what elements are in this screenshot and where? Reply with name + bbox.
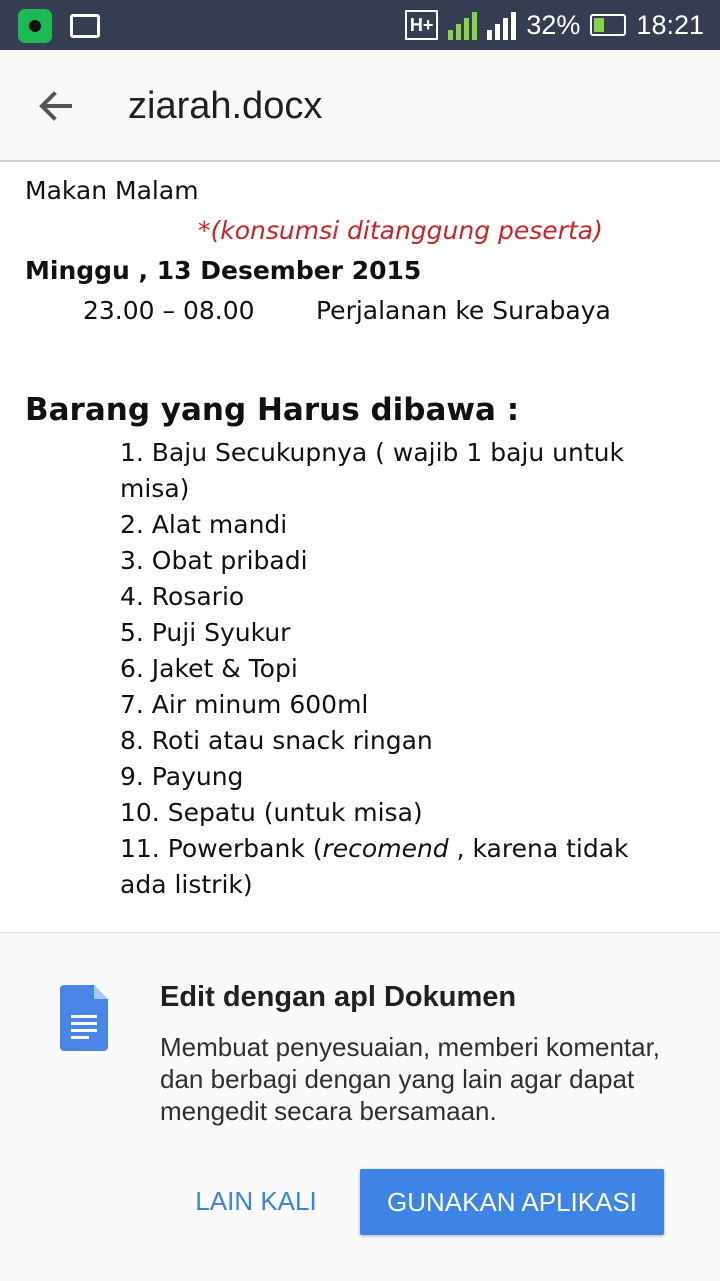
status-bar: H+ 32% 18:21 (0, 0, 720, 50)
document-title: ziarah.docx (128, 85, 323, 127)
list-item: 9. Payung (120, 762, 244, 791)
list-item: 5. Puji Syukur (120, 618, 291, 647)
item11-suffix: , karena tidak (448, 834, 629, 863)
sim1-signal-icon (448, 10, 478, 40)
list-item: 1. Baju Secukupnya ( wajib 1 baju untuk (120, 438, 624, 467)
list-item: 6. Jaket & Topi (120, 654, 298, 683)
list-item: ada listrik) (120, 870, 253, 899)
battery-charging-icon (590, 14, 627, 36)
battery-percent: 32% (526, 9, 581, 40)
activity-text: Perjalanan ke Surabaya (316, 296, 611, 325)
item11-italic: recomend (322, 834, 449, 863)
clock: 18:21 (636, 9, 704, 40)
list-item: 7. Air minum 600ml (120, 690, 369, 719)
list-item: misa) (120, 474, 190, 503)
app-bar: ziarah.docx (0, 50, 720, 162)
items-heading: Barang yang Harus dibawa : (25, 392, 520, 428)
schedule-line: Makan Malam (25, 176, 199, 205)
later-button[interactable]: LAIN KALI (178, 1169, 334, 1233)
time-range: 23.00 – 08.00 (83, 296, 255, 325)
use-app-button[interactable]: GUNAKAN APLIKASI (360, 1169, 664, 1235)
item11-prefix: 11. Powerbank ( (120, 834, 323, 863)
arrow-back-icon[interactable] (30, 84, 80, 128)
list-item: 10. Sepatu (untuk misa) (120, 798, 423, 827)
list-item: 4. Rosario (120, 582, 245, 611)
consumption-note: *(konsumsi ditanggung peserta) (198, 216, 603, 245)
sheet-title: Edit dengan apl Dokumen (160, 981, 517, 1013)
list-item: 3. Obat pribadi (120, 546, 308, 575)
sheet-description: Membuat penyesuaian, memberi komentar, d… (160, 1032, 661, 1126)
google-docs-icon (60, 985, 108, 1051)
list-item: 11. Powerbank (recomend , karena tidak (120, 834, 629, 863)
sim2-signal-icon (487, 10, 517, 40)
document-content: Makan Malam *(konsumsi ditanggung pesert… (0, 164, 720, 932)
list-item: 2. Alat mandi (120, 510, 288, 539)
network-type-indicator: H+ (404, 10, 439, 40)
image-notification-icon (70, 14, 100, 38)
open-in-docs-sheet: Edit dengan apl Dokumen Membuat penyesua… (0, 932, 720, 1281)
list-item: 8. Roti atau snack ringan (120, 726, 433, 755)
date-heading: Minggu , 13 Desember 2015 (25, 256, 422, 285)
music-app-icon (18, 9, 52, 43)
